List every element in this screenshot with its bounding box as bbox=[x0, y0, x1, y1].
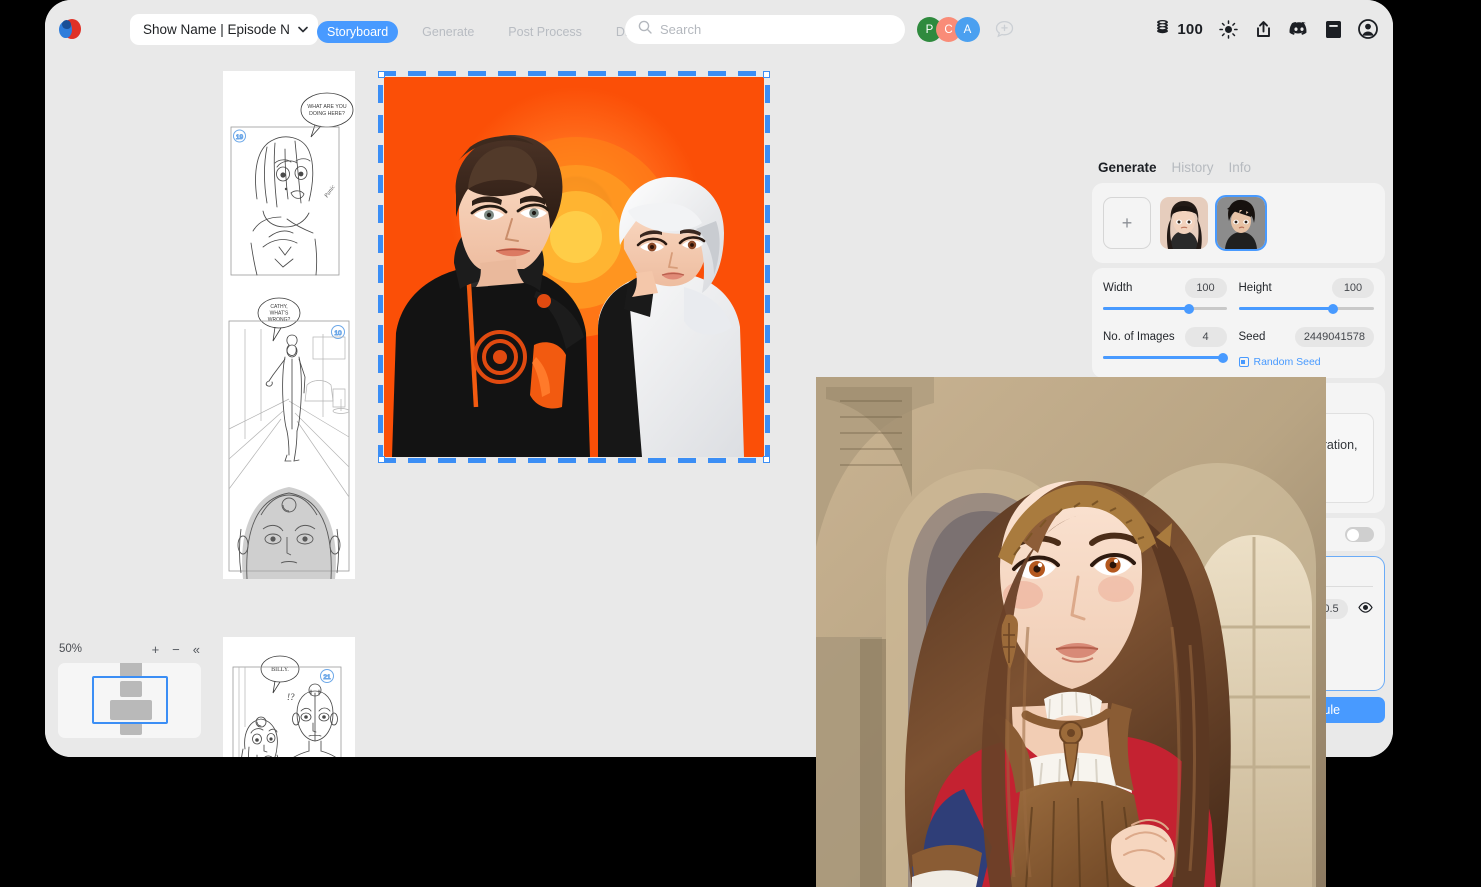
tab-post-process[interactable]: Post Process bbox=[498, 21, 592, 43]
svg-text:10: 10 bbox=[334, 330, 342, 337]
checkbox-icon bbox=[1238, 357, 1249, 367]
width-value[interactable]: 100 bbox=[1184, 278, 1227, 298]
avatar[interactable]: A bbox=[955, 17, 980, 42]
collapse-minimap-button[interactable]: « bbox=[193, 642, 200, 657]
width-control: Width 100 bbox=[1103, 278, 1239, 314]
selected-image[interactable] bbox=[384, 77, 764, 457]
app-header: Show Name | Episode N Storyboard Generat… bbox=[45, 0, 1393, 59]
seed-label: Seed bbox=[1238, 331, 1266, 343]
resize-handle-sw[interactable] bbox=[378, 456, 385, 463]
character-ref-2[interactable] bbox=[1215, 195, 1267, 251]
dimension-controls-card: Width 100 Height 100 No. of Images 4 See… bbox=[1092, 268, 1385, 378]
screen-root: Show Name | Episode N Storyboard Generat… bbox=[0, 0, 1481, 887]
svg-text:WHAT ARE YOU: WHAT ARE YOU bbox=[307, 104, 346, 110]
height-control: Height 100 bbox=[1238, 278, 1374, 314]
account-icon[interactable] bbox=[1358, 19, 1378, 39]
random-seed-label: Random Seed bbox=[1253, 356, 1321, 368]
image-layer-toggle[interactable] bbox=[1345, 527, 1374, 542]
theme-toggle-icon[interactable] bbox=[1219, 19, 1238, 39]
height-value[interactable]: 100 bbox=[1332, 278, 1374, 298]
search-box[interactable] bbox=[625, 15, 905, 44]
storyboard-panel[interactable]: BILLY. 21 !? bbox=[223, 637, 355, 757]
num-images-control: No. of Images 4 bbox=[1103, 327, 1239, 368]
character-refs-card: + bbox=[1092, 183, 1385, 263]
svg-text:DOING HERE?: DOING HERE? bbox=[309, 111, 345, 117]
coins-icon bbox=[1154, 18, 1171, 40]
floating-generated-image[interactable] bbox=[816, 377, 1326, 887]
svg-text:WRONG?: WRONG? bbox=[268, 317, 291, 323]
minimap-panel: 50% + − « bbox=[52, 639, 207, 744]
app-logo bbox=[59, 19, 81, 41]
share-icon[interactable] bbox=[1254, 20, 1273, 39]
tab-generate[interactable]: Generate bbox=[412, 21, 484, 43]
num-images-slider[interactable] bbox=[1103, 352, 1228, 363]
storyboard-strip: WHAT ARE YOU DOING HERE? 19 Panic CATHY,… bbox=[223, 71, 355, 757]
height-label: Height bbox=[1238, 282, 1272, 294]
width-slider[interactable] bbox=[1103, 303, 1227, 314]
zoom-out-button[interactable]: − bbox=[172, 642, 180, 657]
minimap-viewport-area[interactable] bbox=[58, 663, 201, 738]
eye-icon[interactable] bbox=[1358, 600, 1373, 618]
zoom-in-button[interactable]: + bbox=[152, 642, 160, 657]
panel-tab-info[interactable]: Info bbox=[1229, 160, 1252, 175]
svg-text:BILLY.: BILLY. bbox=[271, 667, 289, 673]
character-refs: + bbox=[1103, 195, 1374, 251]
minimap-viewport[interactable] bbox=[92, 676, 168, 724]
panel-tab-history[interactable]: History bbox=[1172, 160, 1214, 175]
selected-image-frame[interactable] bbox=[378, 71, 770, 463]
svg-text:19: 19 bbox=[236, 134, 244, 141]
width-label: Width bbox=[1103, 282, 1133, 294]
storyboard-panel[interactable]: WHAT ARE YOU DOING HERE? 19 Panic bbox=[223, 71, 355, 289]
project-selector[interactable]: Show Name | Episode N bbox=[130, 14, 318, 45]
random-seed-checkbox[interactable]: Random Seed bbox=[1238, 356, 1375, 368]
minimap-thumb bbox=[120, 663, 142, 677]
minimap-header: 50% + − « bbox=[52, 639, 207, 659]
credits-indicator[interactable]: 100 bbox=[1154, 18, 1203, 40]
project-title: Show Name | Episode N bbox=[143, 22, 290, 37]
tab-storyboard[interactable]: Storyboard bbox=[317, 21, 399, 43]
book-icon[interactable] bbox=[1325, 20, 1342, 39]
seed-value[interactable]: 2449041578 bbox=[1294, 327, 1374, 347]
chevron-down-icon bbox=[298, 24, 308, 36]
collaborator-avatars: P C A bbox=[917, 17, 980, 42]
search-input[interactable] bbox=[660, 22, 892, 37]
character-ref-1[interactable] bbox=[1160, 197, 1208, 249]
svg-text:!?: !? bbox=[287, 692, 295, 702]
header-actions: 100 bbox=[1154, 18, 1378, 40]
strip-gap bbox=[223, 579, 355, 637]
panel-tab-generate[interactable]: Generate bbox=[1098, 160, 1157, 175]
num-images-value[interactable]: 4 bbox=[1184, 327, 1227, 347]
panel-tabs: Generate History Info bbox=[1092, 154, 1385, 183]
add-comment-icon[interactable] bbox=[994, 19, 1015, 40]
storyboard-panel[interactable]: CATHY, WHAT'S WRONG? 10 bbox=[223, 289, 355, 579]
seed-control: Seed 2449041578 Random Seed bbox=[1238, 327, 1375, 368]
search-icon bbox=[638, 20, 652, 39]
resize-handle-ne[interactable] bbox=[763, 71, 770, 78]
svg-text:21: 21 bbox=[323, 674, 331, 681]
svg-text:CATHY,: CATHY, bbox=[270, 304, 287, 310]
resize-handle-nw[interactable] bbox=[378, 71, 385, 78]
zoom-level: 50% bbox=[59, 643, 83, 655]
svg-text:WHAT'S: WHAT'S bbox=[270, 311, 289, 317]
num-images-label: No. of Images bbox=[1103, 331, 1175, 343]
credits-value: 100 bbox=[1177, 20, 1203, 38]
minimap-thumb bbox=[120, 723, 142, 735]
resize-handle-se[interactable] bbox=[763, 456, 770, 463]
add-character-ref-button[interactable]: + bbox=[1103, 197, 1151, 249]
discord-icon[interactable] bbox=[1289, 21, 1309, 37]
height-slider[interactable] bbox=[1238, 303, 1374, 314]
